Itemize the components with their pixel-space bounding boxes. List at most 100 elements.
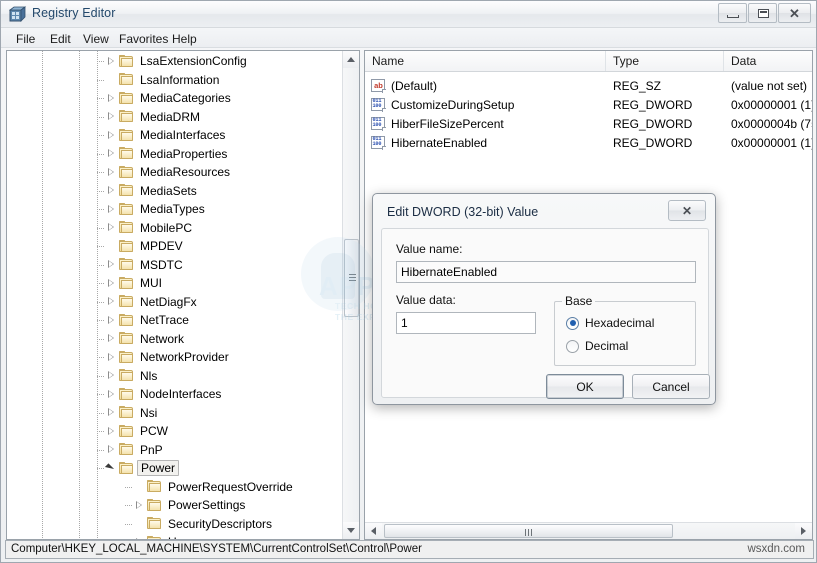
value-name-input[interactable]: HibernateEnabled	[396, 261, 696, 283]
chevron-right-icon[interactable]	[106, 278, 117, 289]
chevron-right-icon[interactable]	[106, 426, 117, 437]
minimize-button[interactable]	[718, 3, 747, 23]
table-row[interactable]: 011 100 CustomizeDuringSetup REG_DWORD 0x000…	[365, 95, 812, 114]
tree-connector	[97, 283, 104, 284]
tree-node-mediatypes[interactable]: MediaTypes	[106, 200, 207, 218]
scroll-down-arrow-icon[interactable]	[343, 522, 359, 539]
tree-node-mediacategories[interactable]: MediaCategories	[106, 89, 233, 107]
folder-icon	[119, 350, 134, 364]
dword-value-icon: 011 100	[371, 135, 386, 150]
maximize-button[interactable]	[748, 3, 777, 23]
value-data-input[interactable]: 1	[396, 312, 536, 334]
registry-tree-panel[interactable]: LsaExtensionConfig LsaInformation MediaCat…	[6, 50, 360, 540]
tree-node-pcw[interactable]: PCW	[106, 422, 170, 440]
menu-item-help[interactable]: Help	[167, 31, 202, 47]
dialog-title: Edit DWORD (32-bit) Value	[387, 205, 539, 219]
dialog-close-button[interactable]: ✕	[668, 200, 706, 221]
tree-node-label: LsaInformation	[140, 72, 220, 87]
chevron-right-icon[interactable]	[106, 204, 117, 215]
list-horizontal-scrollbar[interactable]	[365, 522, 812, 539]
chevron-right-icon[interactable]	[106, 222, 117, 233]
tree-node-label: NodeInterfaces	[140, 387, 222, 401]
tree-node-mediaresources[interactable]: MediaResources	[106, 163, 232, 181]
status-brand: wsxdn.com	[747, 543, 805, 555]
tree-node-powersettings[interactable]: PowerSettings	[134, 496, 247, 514]
chevron-right-icon[interactable]	[106, 167, 117, 178]
tree-node-securitydescriptors[interactable]: SecurityDescriptors	[134, 515, 274, 533]
tree-connector	[125, 523, 132, 525]
tree-node-mpdev[interactable]: MPDEV	[106, 237, 185, 255]
registry-editor-window: Registry Editor ✕ File Edit View Favorites H…	[0, 0, 817, 563]
column-header-data[interactable]: Data	[724, 51, 812, 71]
radio-decimal[interactable]: Decimal	[566, 339, 628, 353]
tree-node-lsaextensionconfig[interactable]: LsaExtensionConfig	[106, 52, 249, 70]
folder-icon	[147, 498, 162, 512]
chevron-right-icon[interactable]	[134, 500, 145, 511]
tree-node-nodeinterfaces[interactable]: NodeInterfaces	[106, 385, 223, 403]
tree-node-nls[interactable]: Nls	[106, 367, 159, 385]
tree-node-nsi[interactable]: Nsi	[106, 404, 159, 422]
table-row[interactable]: 011 100 HibernateEnabled REG_DWORD 0x0000000…	[365, 133, 812, 152]
chevron-right-icon[interactable]	[106, 111, 117, 122]
scroll-right-arrow-icon[interactable]	[795, 523, 812, 539]
scroll-left-arrow-icon[interactable]	[365, 523, 382, 539]
ok-button[interactable]: OK	[546, 374, 624, 399]
tree-scroll-thumb[interactable]	[344, 239, 359, 317]
chevron-right-icon[interactable]	[106, 259, 117, 270]
menu-item-edit[interactable]: Edit	[45, 31, 76, 47]
tree-node-user[interactable]: User	[134, 533, 195, 539]
chevron-right-icon[interactable]	[106, 407, 117, 418]
tree-node-label: MediaResources	[140, 165, 231, 179]
chevron-right-icon[interactable]	[106, 315, 117, 326]
chevron-right-icon[interactable]	[106, 93, 117, 104]
menu-item-favorites[interactable]: Favorites	[114, 31, 173, 47]
chevron-right-icon[interactable]	[106, 56, 117, 67]
tree-node-mediasets[interactable]: MediaSets	[106, 182, 199, 200]
tree-node-msdtc[interactable]: MSDTC	[106, 256, 185, 274]
chevron-right-icon[interactable]	[106, 370, 117, 381]
chevron-right-icon[interactable]	[106, 352, 117, 363]
window-frame: Registry Editor ✕ File Edit View Favorites H…	[0, 0, 817, 563]
column-header-name[interactable]: Name	[365, 51, 606, 71]
menu-item-file[interactable]: File	[11, 31, 40, 47]
menu-item-view[interactable]: View	[78, 31, 114, 47]
radio-hexadecimal[interactable]: Hexadecimal	[566, 316, 654, 330]
tree-node-mediadrm[interactable]: MediaDRM	[106, 108, 202, 126]
tree-node-network[interactable]: Network	[106, 330, 186, 348]
tree-vertical-scrollbar[interactable]	[342, 51, 359, 539]
registry-editor-icon	[9, 6, 26, 22]
tree-node-powerrequestoverride[interactable]: PowerRequestOverride	[134, 478, 295, 496]
base-group	[554, 301, 696, 366]
chevron-right-icon[interactable]	[106, 148, 117, 159]
tree-node-label: PowerRequestOverride	[168, 479, 293, 494]
chevron-right-icon[interactable]	[106, 333, 117, 344]
scroll-up-arrow-icon[interactable]	[343, 51, 359, 68]
table-row[interactable]: ab (Default) REG_SZ (value not set)	[365, 76, 812, 95]
tree-node-netdiagfx[interactable]: NetDiagFx	[106, 293, 199, 311]
tree-node-mediaproperties[interactable]: MediaProperties	[106, 145, 229, 163]
tree-node-mui[interactable]: MUI	[106, 274, 164, 292]
tree-node-mobilepc[interactable]: MobilePC	[106, 219, 194, 237]
chevron-right-icon[interactable]	[106, 296, 117, 307]
close-button[interactable]: ✕	[778, 3, 811, 23]
chevron-right-icon[interactable]	[106, 389, 117, 400]
column-header-type[interactable]: Type	[606, 51, 724, 71]
folder-icon	[119, 239, 134, 253]
table-row[interactable]: 011 100 HiberFileSizePercent REG_DWORD 0x000…	[365, 114, 812, 133]
tree-connector	[97, 320, 104, 321]
tree-node-mediainterfaces[interactable]: MediaInterfaces	[106, 126, 227, 144]
tree-node-lsainformation[interactable]: LsaInformation	[106, 71, 221, 89]
chevron-right-icon[interactable]	[106, 130, 117, 141]
tree-node-power[interactable]: Power	[106, 459, 180, 477]
chevron-right-icon[interactable]	[134, 537, 145, 539]
tree-node-networkprovider[interactable]: NetworkProvider	[106, 348, 231, 366]
cancel-button[interactable]: Cancel	[632, 374, 710, 399]
tree-connector	[97, 61, 104, 62]
tree-node-nettrace[interactable]: NetTrace	[106, 311, 191, 329]
chevron-down-icon[interactable]	[106, 463, 117, 474]
chevron-right-icon[interactable]	[106, 444, 117, 455]
chevron-right-icon[interactable]	[106, 185, 117, 196]
list-scroll-thumb[interactable]	[384, 524, 673, 538]
tree-node-pnp[interactable]: PnP	[106, 441, 165, 459]
tree-connector	[97, 98, 104, 99]
